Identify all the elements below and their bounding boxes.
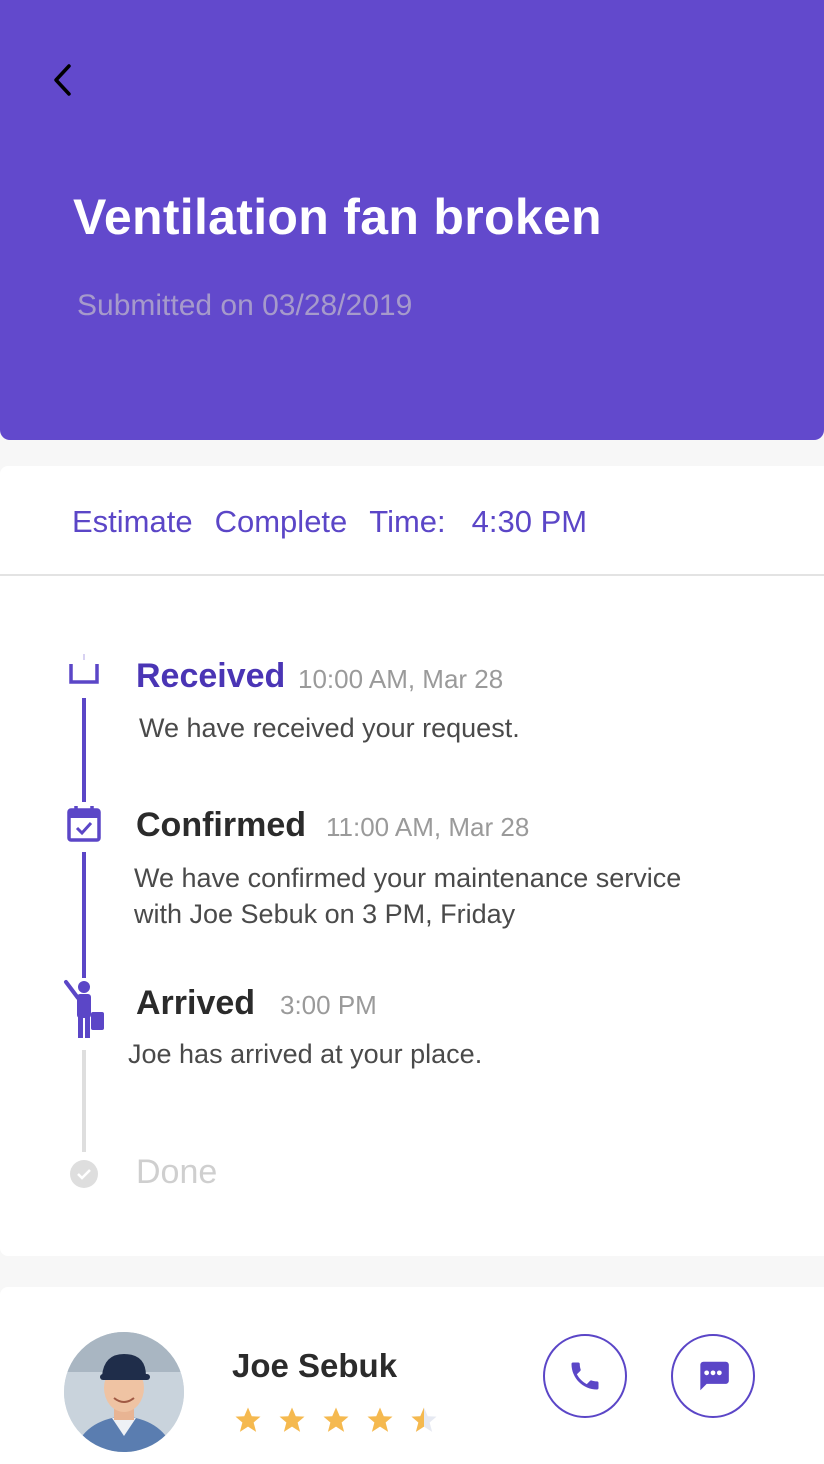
- header: Ventilation fan broken Submitted on 03/2…: [0, 0, 824, 440]
- page-title: Ventilation fan broken: [73, 189, 602, 245]
- step-received-time: 10:00 AM, Mar 28: [298, 664, 504, 694]
- timeline-line-2: [82, 852, 86, 978]
- step-confirmed-label: Confirmed: [136, 806, 306, 844]
- step-confirmed-time: 11:00 AM, Mar 28: [326, 812, 530, 842]
- estimate-complete-time: Estimate Complete Time: 4:30 PM: [72, 504, 587, 540]
- star-icon: [235, 1407, 261, 1432]
- star-half-icon: [411, 1407, 437, 1432]
- step-confirmed-description-line-2: with Joe Sebuk on 3 PM, Friday: [134, 899, 516, 929]
- submitted-date: Submitted on 03/28/2019: [77, 289, 413, 322]
- rating-stars: [233, 1405, 439, 1435]
- step-arrived-description: Joe has arrived at your place.: [128, 1039, 483, 1069]
- technician-name: Joe Sebuk: [232, 1347, 398, 1384]
- timeline-line-1: [82, 698, 86, 802]
- phone-icon: [571, 1362, 599, 1390]
- star-icon: [323, 1407, 349, 1432]
- check-circle-icon: [68, 1158, 100, 1190]
- calendar-check-icon: [64, 804, 104, 844]
- step-received-label: Received: [136, 657, 286, 695]
- inbox-icon: [66, 652, 102, 688]
- chat-button[interactable]: [671, 1334, 755, 1418]
- avatar[interactable]: [64, 1332, 184, 1452]
- technician-card: Joe Sebuk: [0, 1287, 824, 1464]
- estimate-word-2: Complete: [214, 504, 348, 539]
- step-arrived-label: Arrived: [136, 984, 256, 1022]
- star-icon: [367, 1407, 393, 1432]
- status-card: Estimate Complete Time: 4:30 PM Received 10…: [0, 466, 824, 1256]
- estimate-word-1: Estimate: [72, 504, 193, 539]
- chat-icon: [700, 1361, 729, 1391]
- worker-arrived-icon: [60, 978, 110, 1042]
- step-done-label: Done: [136, 1153, 218, 1191]
- step-arrived-time: 3:00 PM: [280, 990, 377, 1020]
- estimate-word-3: Time:: [369, 504, 446, 539]
- step-received-description: We have received your request.: [139, 713, 520, 743]
- chevron-left-icon: [54, 64, 71, 96]
- timeline-line-3: [82, 1050, 86, 1152]
- call-button[interactable]: [543, 1334, 627, 1418]
- step-confirmed-description: We have confirmed your maintenance servi…: [134, 860, 681, 932]
- back-button[interactable]: [40, 58, 84, 102]
- step-confirmed-description-line-1: We have confirmed your maintenance servi…: [134, 863, 682, 893]
- star-icon: [279, 1407, 305, 1432]
- divider: [0, 574, 824, 576]
- estimate-time-value: 4:30 PM: [471, 504, 588, 539]
